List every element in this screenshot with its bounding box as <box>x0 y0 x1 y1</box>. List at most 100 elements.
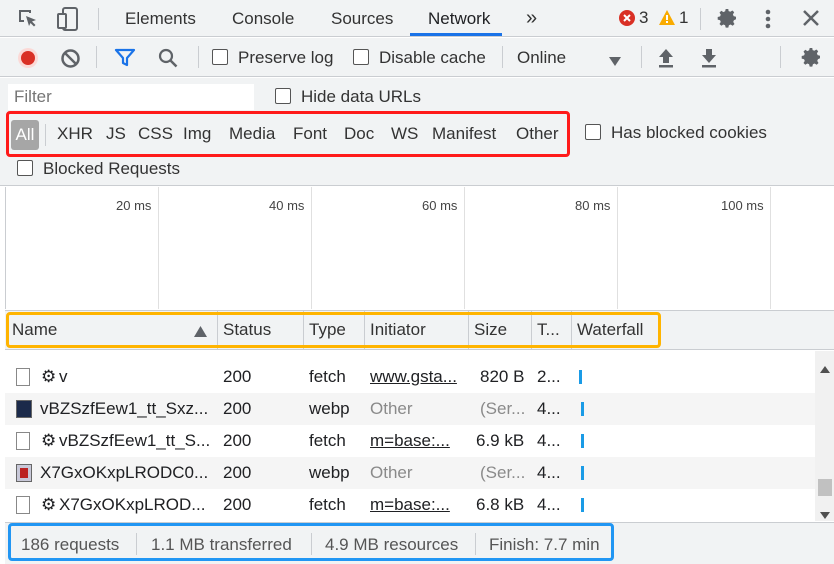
cell-name[interactable]: vBZSzfEew1_tt_Sxz... <box>40 393 215 425</box>
network-status-bar: 186 requests 1.1 MB transferred 4.9 MB r… <box>5 522 834 564</box>
type-filter-manifest[interactable]: Manifest <box>432 124 496 144</box>
tab-sources[interactable]: Sources <box>331 0 393 37</box>
close-devtools-icon[interactable] <box>801 8 821 28</box>
column-header-waterfall[interactable]: Waterfall <box>577 311 643 349</box>
cell-time: 4... <box>537 431 561 450</box>
scroll-up-arrow-icon[interactable] <box>820 360 830 373</box>
has-blocked-cookies-checkbox[interactable] <box>585 124 601 140</box>
clear-icon[interactable] <box>60 48 81 69</box>
cell-name[interactable]: vBZSzfEew1_tt_S... <box>59 425 214 457</box>
settings-gear-icon[interactable] <box>715 6 739 30</box>
grid-line <box>311 187 312 309</box>
type-filter-xhr[interactable]: XHR <box>57 124 93 144</box>
table-row[interactable]: ⚙ vBZSzfEew1_tt_S... 200 fetch m=base:..… <box>5 425 815 457</box>
tab-network[interactable]: Network <box>428 0 490 37</box>
transferred-size: 1.1 MB transferred <box>151 535 292 554</box>
sort-ascending-icon[interactable] <box>194 324 207 337</box>
type-filter-other[interactable]: Other <box>516 124 559 144</box>
filter-icon[interactable] <box>114 48 136 68</box>
table-row[interactable]: ⚙ v 200 fetch www.gsta... 820 B 2... <box>5 361 815 393</box>
scrollbar-thumb[interactable] <box>818 479 832 496</box>
error-count[interactable]: 3 <box>639 8 648 28</box>
column-header-name[interactable]: Name <box>12 311 57 349</box>
record-icon[interactable] <box>17 47 39 69</box>
type-filter-doc[interactable]: Doc <box>344 124 374 144</box>
has-blocked-cookies-label[interactable]: Has blocked cookies <box>611 123 767 143</box>
column-header-initiator[interactable]: Initiator <box>370 311 426 349</box>
disable-cache-checkbox[interactable] <box>353 49 369 65</box>
tab-elements[interactable]: Elements <box>125 0 196 37</box>
table-scrollbar[interactable] <box>815 351 834 521</box>
type-filter-media[interactable]: Media <box>229 124 275 144</box>
cell-name[interactable]: v <box>59 361 214 393</box>
timeline-overview[interactable]: 20 ms 40 ms 60 ms 80 ms 100 ms <box>5 187 834 309</box>
tab-console[interactable]: Console <box>232 0 294 37</box>
timeline-tick-label: 60 ms <box>422 198 458 213</box>
error-icon[interactable] <box>619 10 635 26</box>
cell-type: fetch <box>309 367 346 386</box>
type-filter-img[interactable]: Img <box>183 124 211 144</box>
grid-line <box>617 187 618 309</box>
column-header-size[interactable]: Size <box>474 311 507 349</box>
hide-data-urls-label[interactable]: Hide data URLs <box>301 87 421 107</box>
dropdown-arrow-icon[interactable] <box>609 53 621 66</box>
preserve-log-checkbox[interactable] <box>212 49 228 65</box>
table-row[interactable]: ⚙ X7GxOKxpLROD... 200 fetch m=base:... 6… <box>5 489 815 521</box>
column-header-type[interactable]: Type <box>309 311 346 349</box>
type-filter-font[interactable]: Font <box>293 124 327 144</box>
gear-icon: ⚙ <box>41 431 57 450</box>
filter-input[interactable] <box>8 84 254 110</box>
cell-status: 200 <box>223 399 252 418</box>
table-row[interactable]: X7GxOKxpLRODC0... 200 webp Other (Ser...… <box>5 457 815 489</box>
waterfall-bar[interactable] <box>579 370 582 384</box>
cell-initiator[interactable]: m=base:... <box>370 489 468 521</box>
waterfall-bar[interactable] <box>581 434 584 448</box>
import-har-icon[interactable] <box>656 47 676 69</box>
cell-status: 200 <box>223 367 252 386</box>
document-icon <box>16 368 30 386</box>
type-filter-css[interactable]: CSS <box>138 124 173 144</box>
blocked-requests-label[interactable]: Blocked Requests <box>43 159 180 179</box>
warning-icon[interactable] <box>658 9 676 26</box>
preserve-log-label[interactable]: Preserve log <box>238 48 333 68</box>
waterfall-bar[interactable] <box>581 498 584 512</box>
grid-line <box>158 187 159 309</box>
waterfall-bar[interactable] <box>581 466 584 480</box>
column-header-time[interactable]: T... <box>537 311 560 349</box>
disable-cache-label[interactable]: Disable cache <box>379 48 486 68</box>
hide-data-urls-checkbox[interactable] <box>275 88 291 104</box>
table-row[interactable]: vBZSzfEew1_tt_Sxz... 200 webp Other (Ser… <box>5 393 815 425</box>
type-filter-js[interactable]: JS <box>106 124 126 144</box>
network-settings-gear-icon[interactable] <box>799 45 823 69</box>
cell-initiator[interactable]: m=base:... <box>370 425 468 457</box>
cell-size: 6.9 kB <box>476 431 525 450</box>
waterfall-bar[interactable] <box>581 402 584 416</box>
request-table-body: 200 ⚙ v 200 fetch www.gsta... 820 B 2...… <box>5 351 815 521</box>
type-filter-ws[interactable]: WS <box>391 124 418 144</box>
cell-size: 820 B <box>480 367 525 386</box>
type-filter-all[interactable]: All <box>11 120 39 150</box>
search-icon[interactable] <box>157 47 179 69</box>
document-icon <box>16 432 30 450</box>
cell-initiator[interactable]: www.gsta... <box>370 361 468 393</box>
throttling-select[interactable]: Online <box>517 48 566 68</box>
device-toolbar-icon[interactable] <box>56 6 80 32</box>
warning-count[interactable]: 1 <box>679 8 688 28</box>
grid-line <box>770 187 771 309</box>
column-header-status[interactable]: Status <box>223 311 271 349</box>
cell-name[interactable]: X7GxOKxpLROD... <box>59 489 214 521</box>
filter-bar: Hide data URLs All XHR JS CSS Img Media … <box>0 78 834 186</box>
scroll-down-arrow-icon[interactable] <box>820 506 830 519</box>
image-thumbnail-icon <box>16 400 32 418</box>
cell-time: 4... <box>537 399 561 418</box>
cell-name[interactable]: X7GxOKxpLRODC0... <box>40 457 215 489</box>
cell-size: (Ser... <box>480 463 526 482</box>
export-har-icon[interactable] <box>699 47 719 69</box>
cell-status: 200 <box>223 495 252 514</box>
inspect-element-icon[interactable] <box>16 7 40 31</box>
cell-status: 200 <box>223 463 252 482</box>
cell-time: 4... <box>537 463 561 482</box>
more-options-icon[interactable] <box>758 7 778 31</box>
more-tabs-button[interactable]: » <box>526 0 537 37</box>
blocked-requests-checkbox[interactable] <box>17 160 33 176</box>
